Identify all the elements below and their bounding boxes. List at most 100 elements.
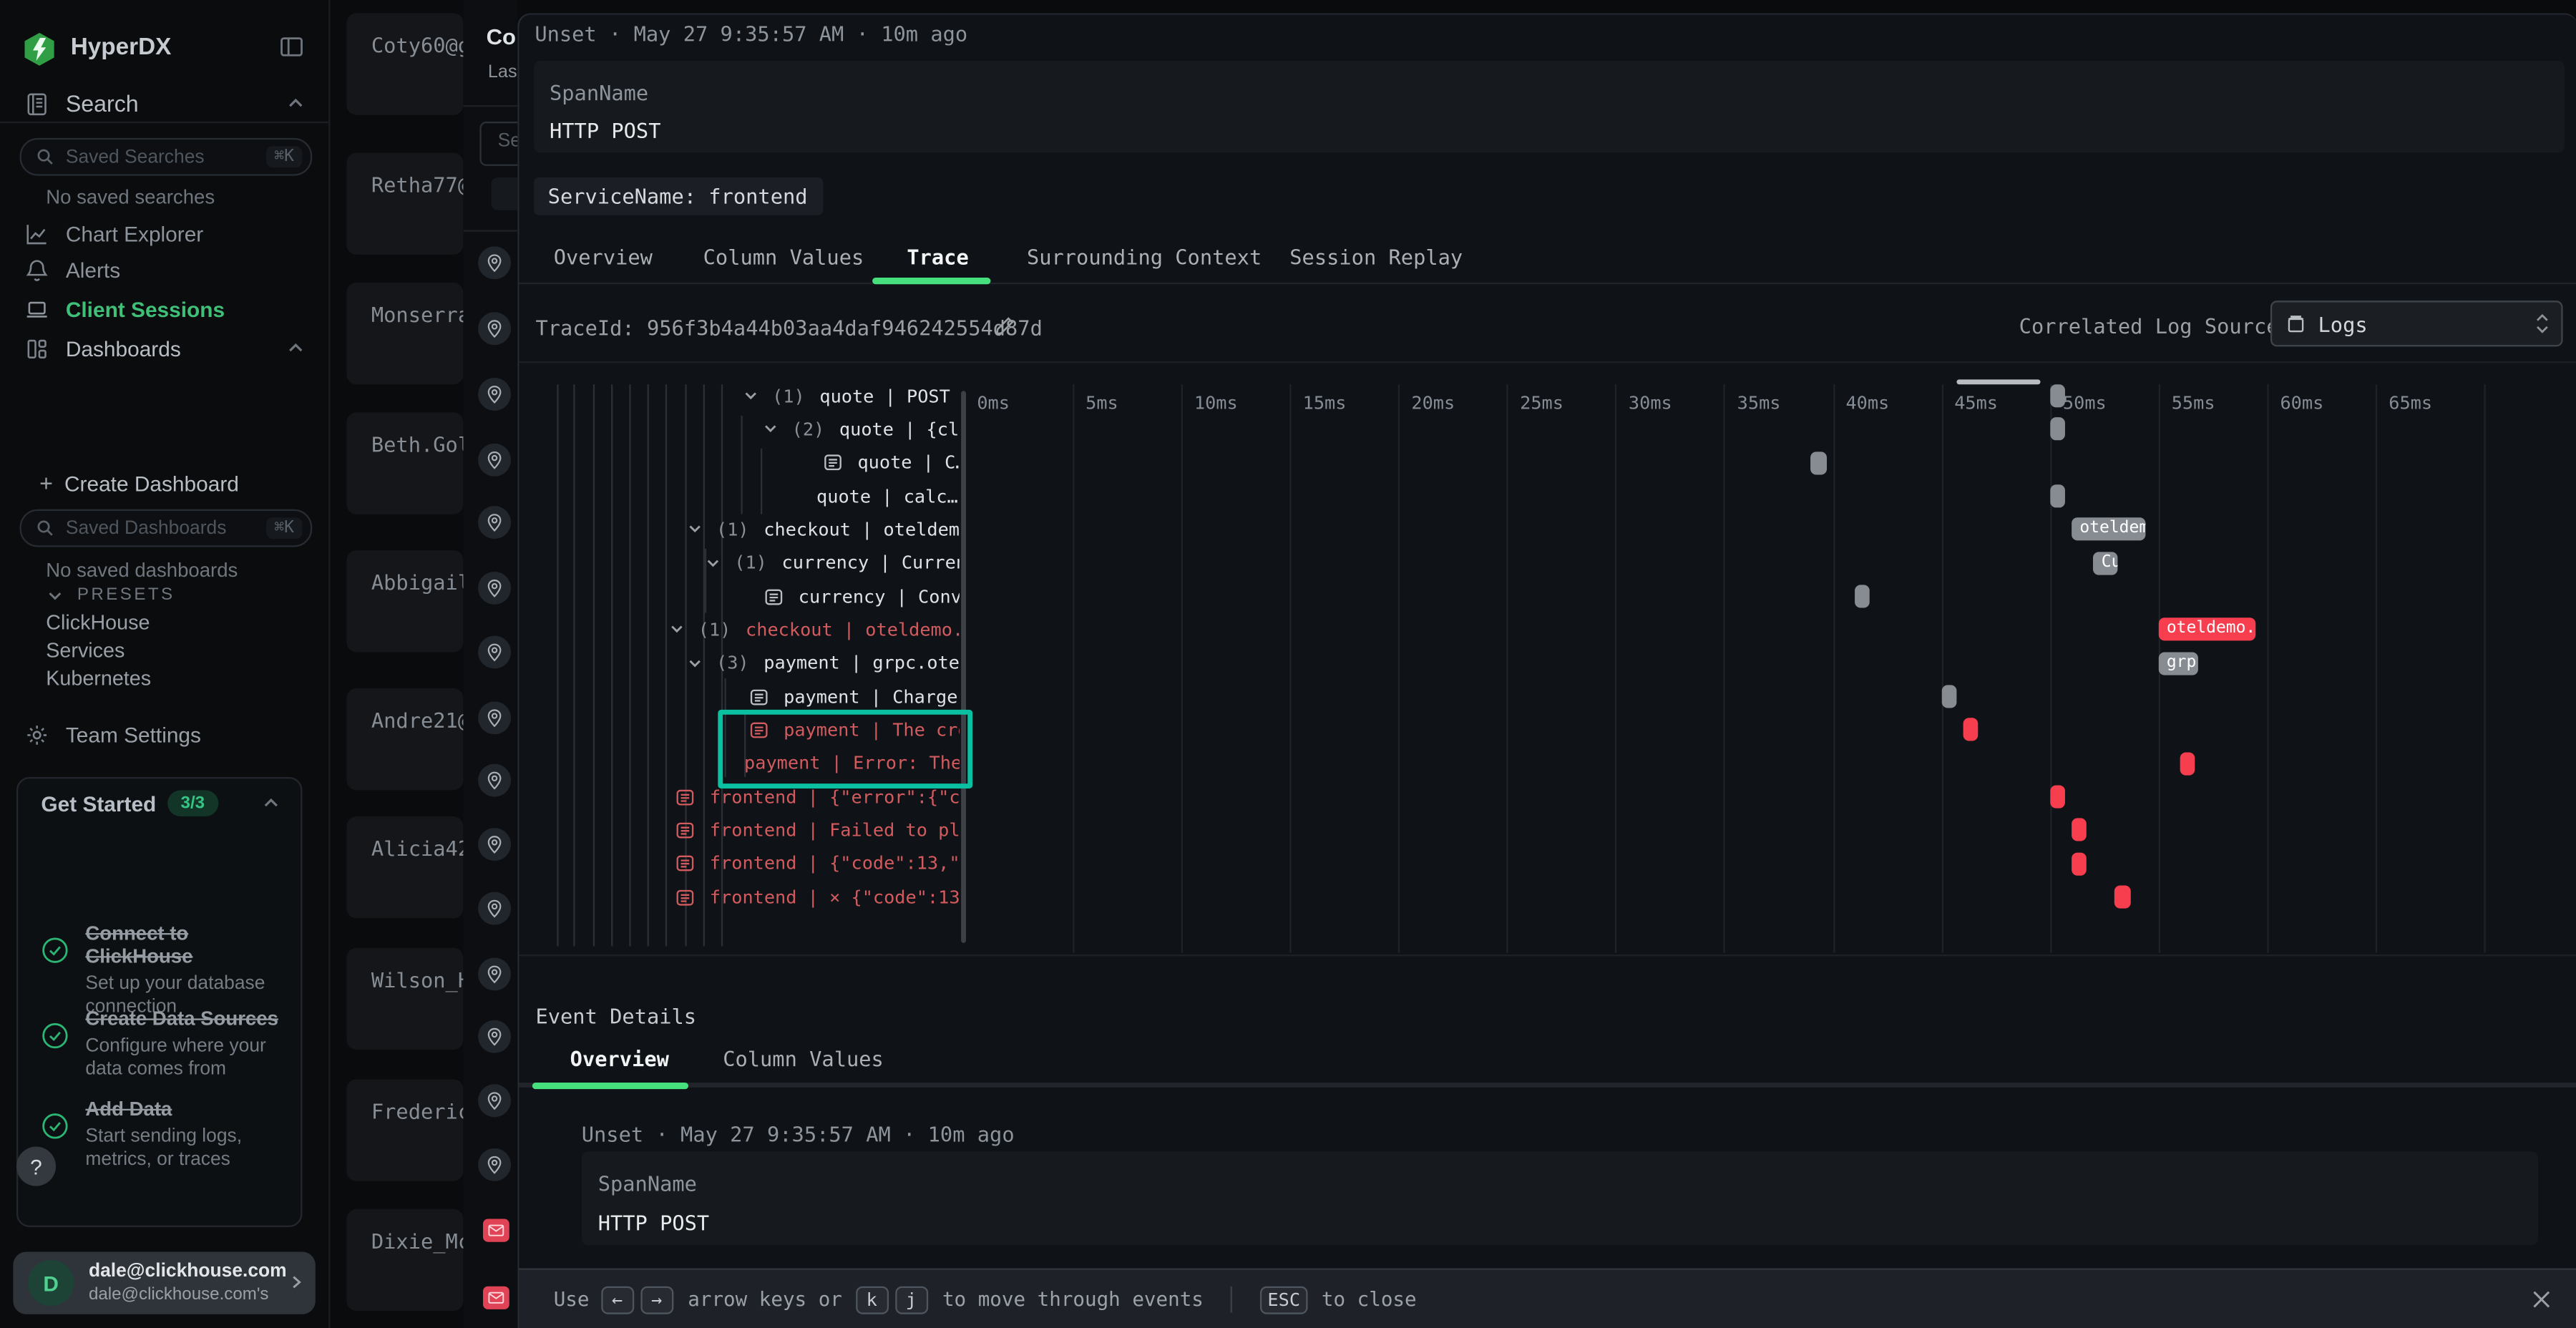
tab-trace[interactable]: Trace: [907, 245, 968, 269]
span-duration-bar[interactable]: [2180, 752, 2195, 775]
span-duration-bar[interactable]: [2050, 418, 2065, 441]
location-pin-icon[interactable]: [478, 572, 511, 605]
trace-tree-row[interactable]: (1)checkout | oteldemo.…: [519, 513, 960, 547]
tab-column-values[interactable]: Column Values: [723, 1046, 884, 1070]
tab-column-values[interactable]: Column Values: [703, 245, 864, 269]
span-duration-bar[interactable]: [2072, 852, 2087, 875]
session-card[interactable]: Abbigail: [346, 550, 463, 652]
trace-tree-row[interactable]: quote | C…: [519, 446, 960, 480]
location-pin-icon[interactable]: [478, 1084, 511, 1117]
location-pin-icon[interactable]: [478, 312, 511, 345]
preset-services[interactable]: Services: [46, 639, 125, 662]
session-card[interactable]: Retha77@: [346, 153, 463, 255]
error-event-icon[interactable]: [483, 1286, 509, 1309]
trace-tree-row[interactable]: currency | Conv…: [519, 580, 960, 613]
location-pin-icon[interactable]: [478, 444, 511, 477]
trace-id: TraceId: 956f3b4a44b03aa4daf946242554d87…: [535, 316, 1042, 340]
trace-tree-row[interactable]: frontend | {"code":13,"det…: [519, 847, 960, 881]
location-pin-icon[interactable]: [478, 958, 511, 991]
axis-tick-label: 55ms: [2172, 393, 2215, 414]
help-button[interactable]: ?: [16, 1147, 56, 1186]
axis-tick-label: 20ms: [1411, 393, 1455, 414]
span-duration-bar[interactable]: [1941, 685, 1956, 708]
session-card[interactable]: Beth.Gol: [346, 412, 463, 514]
span-duration-bar[interactable]: [2072, 819, 2087, 841]
preset-clickhouse[interactable]: ClickHouse: [46, 611, 150, 634]
database-icon: [2285, 313, 2307, 334]
trace-tree-row[interactable]: quote | calc…: [519, 479, 960, 513]
tab-overview[interactable]: Overview: [554, 245, 653, 269]
log-event-icon: [675, 821, 696, 839]
trace-tree-row[interactable]: payment | Charge …: [519, 680, 960, 713]
location-pin-icon[interactable]: [478, 1148, 511, 1181]
session-card[interactable]: Coty60@g: [346, 13, 463, 114]
span-duration-bar[interactable]: [2050, 484, 2065, 507]
chevron-down-icon[interactable]: [762, 421, 779, 438]
saved-dashboards-input[interactable]: Saved Dashboards ⌘K: [20, 509, 313, 547]
session-card[interactable]: Wilson_H: [346, 948, 463, 1050]
user-menu[interactable]: D dale@clickhouse.com dale@clickhouse.co…: [13, 1251, 315, 1314]
span-duration-bar[interactable]: grp: [2158, 652, 2197, 675]
location-pin-icon[interactable]: [478, 246, 511, 279]
chevron-down-icon[interactable]: [668, 622, 685, 638]
trace-tree-row[interactable]: (1)quote | POST …: [519, 379, 960, 413]
span-duration-bar[interactable]: oteldemo.: [2072, 518, 2145, 541]
location-pin-icon[interactable]: [478, 636, 511, 669]
trace-tree-row[interactable]: (2)quote | {cl…: [519, 413, 960, 446]
session-filter-button[interactable]: [491, 177, 517, 210]
location-pin-icon[interactable]: [478, 764, 511, 797]
trace-tree-row[interactable]: frontend | Failed to place…: [519, 814, 960, 847]
tree-scrollbar[interactable]: [960, 391, 966, 942]
span-duration-bar[interactable]: Cu: [2093, 552, 2117, 575]
location-pin-icon[interactable]: [478, 701, 511, 734]
session-card[interactable]: Alicia42: [346, 816, 463, 918]
tab-session-replay[interactable]: Session Replay: [1289, 245, 1463, 269]
span-duration-bar[interactable]: [2050, 785, 2065, 808]
span-duration-bar[interactable]: oteldemo.: [2158, 618, 2256, 641]
chevron-up-icon[interactable]: [261, 794, 281, 814]
sidebar-item-team-settings[interactable]: Team Settings: [0, 718, 328, 751]
session-search-input[interactable]: Sea: [479, 122, 517, 166]
tab-surrounding-context[interactable]: Surrounding Context: [1027, 245, 1262, 269]
error-event-icon[interactable]: [483, 1219, 509, 1242]
trace-tree-row[interactable]: (1)checkout | oteldemo.Pa…: [519, 613, 960, 647]
sidebar-item-alerts[interactable]: Alerts: [0, 253, 328, 286]
sidebar-item-chart-explorer[interactable]: Chart Explorer: [0, 217, 328, 250]
sidebar-item-dashboards[interactable]: Dashboards: [0, 332, 328, 365]
location-pin-icon[interactable]: [478, 1020, 511, 1053]
sidebar-item-search[interactable]: Search: [0, 87, 328, 120]
location-pin-icon[interactable]: [478, 892, 511, 925]
close-icon[interactable]: [2530, 1289, 2553, 1312]
session-card[interactable]: Andre21@: [346, 688, 463, 790]
preset-kubernetes[interactable]: Kubernetes: [46, 667, 151, 690]
span-duration-bar[interactable]: [2115, 885, 2130, 908]
span-duration-bar[interactable]: [2050, 384, 2065, 407]
span-duration-bar[interactable]: [1854, 585, 1869, 607]
trace-tree-row[interactable]: (1)currency | Currenc…: [519, 547, 960, 580]
trace-tree-row[interactable]: (3)payment | grpc.oteld…: [519, 647, 960, 680]
trace-tree-row[interactable]: frontend | × {"code":13,"d…: [519, 880, 960, 914]
log-source-select[interactable]: Logs: [2270, 301, 2563, 346]
chevron-down-icon[interactable]: [743, 388, 759, 404]
chevron-down-icon[interactable]: [705, 555, 721, 572]
tab-overview[interactable]: Overview: [570, 1046, 669, 1070]
collapse-sidebar-icon[interactable]: [279, 34, 303, 59]
location-pin-icon[interactable]: [478, 828, 511, 861]
create-dashboard-button[interactable]: + Create Dashboard: [0, 467, 328, 499]
span-duration-bar[interactable]: [1963, 718, 1978, 741]
session-card[interactable]: Dixie_Mc: [346, 1209, 463, 1311]
saved-searches-input[interactable]: Saved Searches ⌘K: [20, 138, 313, 176]
session-card[interactable]: Frederic: [346, 1079, 463, 1181]
location-pin-icon[interactable]: [478, 506, 511, 539]
waterfall-scroll-indicator[interactable]: [1956, 379, 2040, 384]
session-card[interactable]: Monserra: [346, 283, 463, 384]
edit-pencil-icon[interactable]: [994, 316, 1015, 337]
location-pin-icon[interactable]: [478, 378, 511, 411]
chevron-down-icon[interactable]: [687, 655, 703, 672]
service-name-chip[interactable]: ServiceName: frontend: [533, 177, 822, 215]
sidebar-item-client-sessions[interactable]: Client Sessions: [0, 293, 328, 326]
timestamp: May 27 9:35:57 AM: [634, 21, 844, 46]
presets-toggle[interactable]: PRESETS: [0, 578, 328, 611]
span-duration-bar[interactable]: [1811, 451, 1826, 474]
chevron-down-icon[interactable]: [687, 522, 703, 538]
